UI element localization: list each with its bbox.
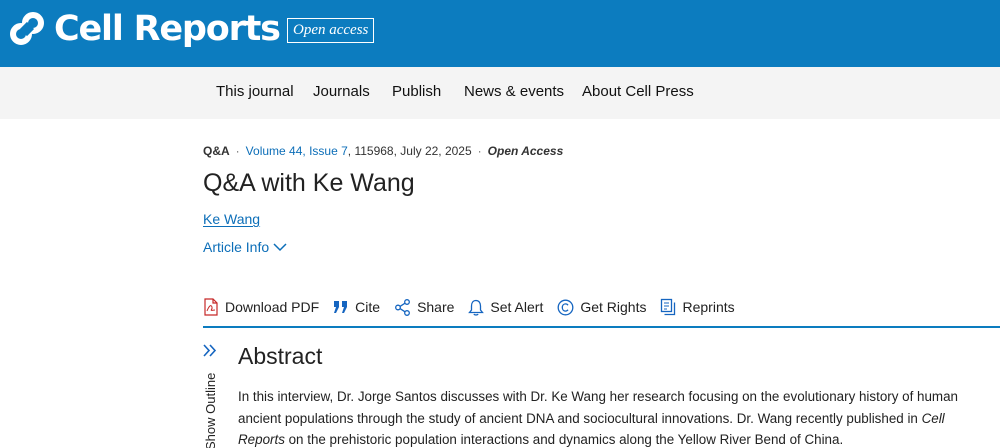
nav-item-publish[interactable]: Publish <box>392 83 441 100</box>
article-title: Q&A with Ke Wang <box>203 169 415 197</box>
share-icon <box>395 298 411 316</box>
cite-button[interactable]: Cite <box>333 299 380 315</box>
author-link[interactable]: Ke Wang <box>203 211 260 227</box>
get-rights-label: Get Rights <box>580 299 647 315</box>
quote-icon <box>334 301 348 313</box>
copyright-icon <box>557 299 574 315</box>
article-info-label: Article Info <box>203 239 270 255</box>
download-pdf-button[interactable]: Download PDF <box>203 298 319 316</box>
journal-header: Cell Reports Open access <box>0 0 1000 67</box>
open-access-badge: Open access <box>287 18 375 43</box>
nav-item-about-cell-press[interactable]: About Cell Press <box>582 83 694 100</box>
article-info-toggle[interactable]: Article Info <box>203 239 287 255</box>
abstract-line: ancient populations through the study of… <box>238 410 922 426</box>
download-pdf-label: Download PDF <box>225 299 320 315</box>
issue-link[interactable]: Issue 7 <box>309 144 348 158</box>
nav-item-journals[interactable]: Journals <box>313 83 370 100</box>
set-alert-button[interactable]: Set Alert <box>468 299 543 316</box>
journal-citation: Reports <box>238 432 285 447</box>
bell-icon <box>468 299 485 316</box>
get-rights-button[interactable]: Get Rights <box>557 299 646 316</box>
article-number: 115968 <box>354 144 394 158</box>
open-access-label: Open Access <box>487 144 564 158</box>
article-type: Q&A <box>203 144 230 158</box>
chevron-down-icon <box>273 243 287 252</box>
publication-date: July 22, 2025 <box>400 144 472 158</box>
reprints-icon <box>661 298 676 316</box>
nav-item-this-journal[interactable]: This journal <box>216 83 294 100</box>
abstract-heading: Abstract <box>238 343 323 369</box>
article-toolbar: Download PDF Cite Share Set Alert Get Ri… <box>203 297 749 317</box>
show-outline-label: Show Outline <box>203 372 218 448</box>
share-button[interactable]: Share <box>394 298 455 316</box>
abstract-line: In this interview, Dr. Jorge Santos disc… <box>238 389 958 404</box>
separator-dot: · <box>477 144 482 158</box>
reprints-label: Reprints <box>682 299 735 315</box>
share-label: Share <box>417 299 455 315</box>
abstract-text: In this interview, Dr. Jorge Santos disc… <box>238 386 993 448</box>
reprints-button[interactable]: Reprints <box>660 298 735 316</box>
cite-label: Cite <box>355 299 381 315</box>
abstract-line: on the prehistoric population interactio… <box>284 432 844 447</box>
nav-item-news-events[interactable]: News & events <box>464 83 564 100</box>
toolbar-divider <box>203 326 1000 328</box>
journal-name[interactable]: Cell Reports <box>54 9 281 49</box>
journal-citation: Cell <box>921 410 945 426</box>
pdf-icon <box>204 298 218 316</box>
separator-dot: · <box>235 144 240 158</box>
set-alert-label: Set Alert <box>490 299 544 315</box>
cell-press-logo-icon[interactable] <box>10 12 44 46</box>
main-nav: This journal Journals Publish News & eve… <box>0 67 1000 119</box>
article-meta: Q&A · Volume 44, Issue 7, 115968, July 22,… <box>203 144 564 158</box>
double-chevron-right-icon <box>203 344 217 357</box>
volume-link[interactable]: Volume 44 <box>246 144 303 158</box>
show-outline-toggle[interactable]: Show Outline <box>201 342 223 448</box>
